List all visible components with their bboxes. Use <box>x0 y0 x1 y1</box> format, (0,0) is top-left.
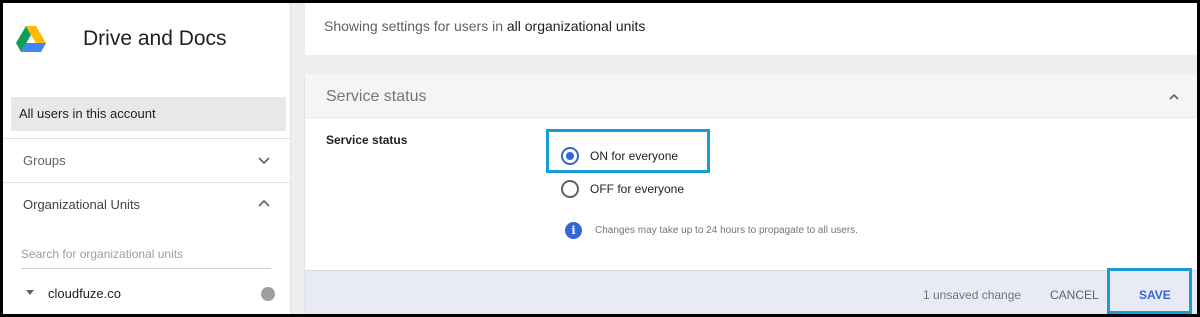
radio-on-for-everyone[interactable]: ON for everyone <box>561 145 678 167</box>
notice-prefix: Showing settings for users in <box>324 18 503 34</box>
org-unit-label: cloudfuze.co <box>48 286 121 301</box>
card-title: Service status <box>326 88 427 105</box>
info-icon: i <box>565 222 582 239</box>
app-title: Drive and Docs <box>83 27 227 50</box>
google-drive-icon <box>16 26 46 52</box>
settings-scope-notice: Showing settings for users in all organi… <box>305 3 1197 55</box>
unsaved-count: 1 unsaved change <box>923 288 1022 302</box>
groups-label: Groups <box>23 153 66 168</box>
save-button[interactable]: SAVE <box>1139 288 1171 302</box>
caret-down-icon[interactable] <box>26 290 34 295</box>
admin-console-window: Drive and Docs All users in this account… <box>3 3 1197 314</box>
chevron-up-icon[interactable] <box>257 197 271 211</box>
info-text: Changes may take up to 24 hours to propa… <box>595 225 858 236</box>
radio-button-unchecked[interactable] <box>561 180 579 198</box>
sidebar: Drive and Docs All users in this account… <box>3 3 291 314</box>
unsaved-changes-bar: 1 unsaved change CANCEL SAVE <box>305 268 1197 314</box>
radio-label: ON for everyone <box>590 149 679 163</box>
org-units-label: Organizational Units <box>23 197 141 212</box>
info-message: i Changes may take up to 24 hours to pro… <box>565 222 858 239</box>
radio-off-for-everyone[interactable]: OFF for everyone <box>561 178 684 200</box>
chevron-down-icon[interactable] <box>257 153 271 167</box>
sidebar-section-org-units[interactable]: Organizational Units <box>3 182 291 226</box>
setting-label: Service status <box>326 133 408 147</box>
sidebar-section-groups[interactable]: Groups <box>3 138 291 182</box>
radio-label: OFF for everyone <box>590 182 685 196</box>
radio-button-checked[interactable] <box>561 147 579 165</box>
status-dot-icon <box>261 287 275 301</box>
chevron-up-icon[interactable] <box>1167 90 1181 104</box>
org-unit-search-input[interactable]: Search for organizational units <box>21 241 271 269</box>
app-header: Drive and Docs <box>3 3 291 85</box>
service-status-card: Service status Service status ON for eve… <box>305 74 1197 314</box>
sidebar-item-all-users[interactable]: All users in this account <box>11 97 286 131</box>
card-header[interactable]: Service status <box>305 74 1197 118</box>
org-unit-item[interactable]: cloudfuze.co <box>3 281 291 307</box>
cancel-button[interactable]: CANCEL <box>1050 288 1099 302</box>
notice-scope: all organizational units <box>506 18 646 34</box>
